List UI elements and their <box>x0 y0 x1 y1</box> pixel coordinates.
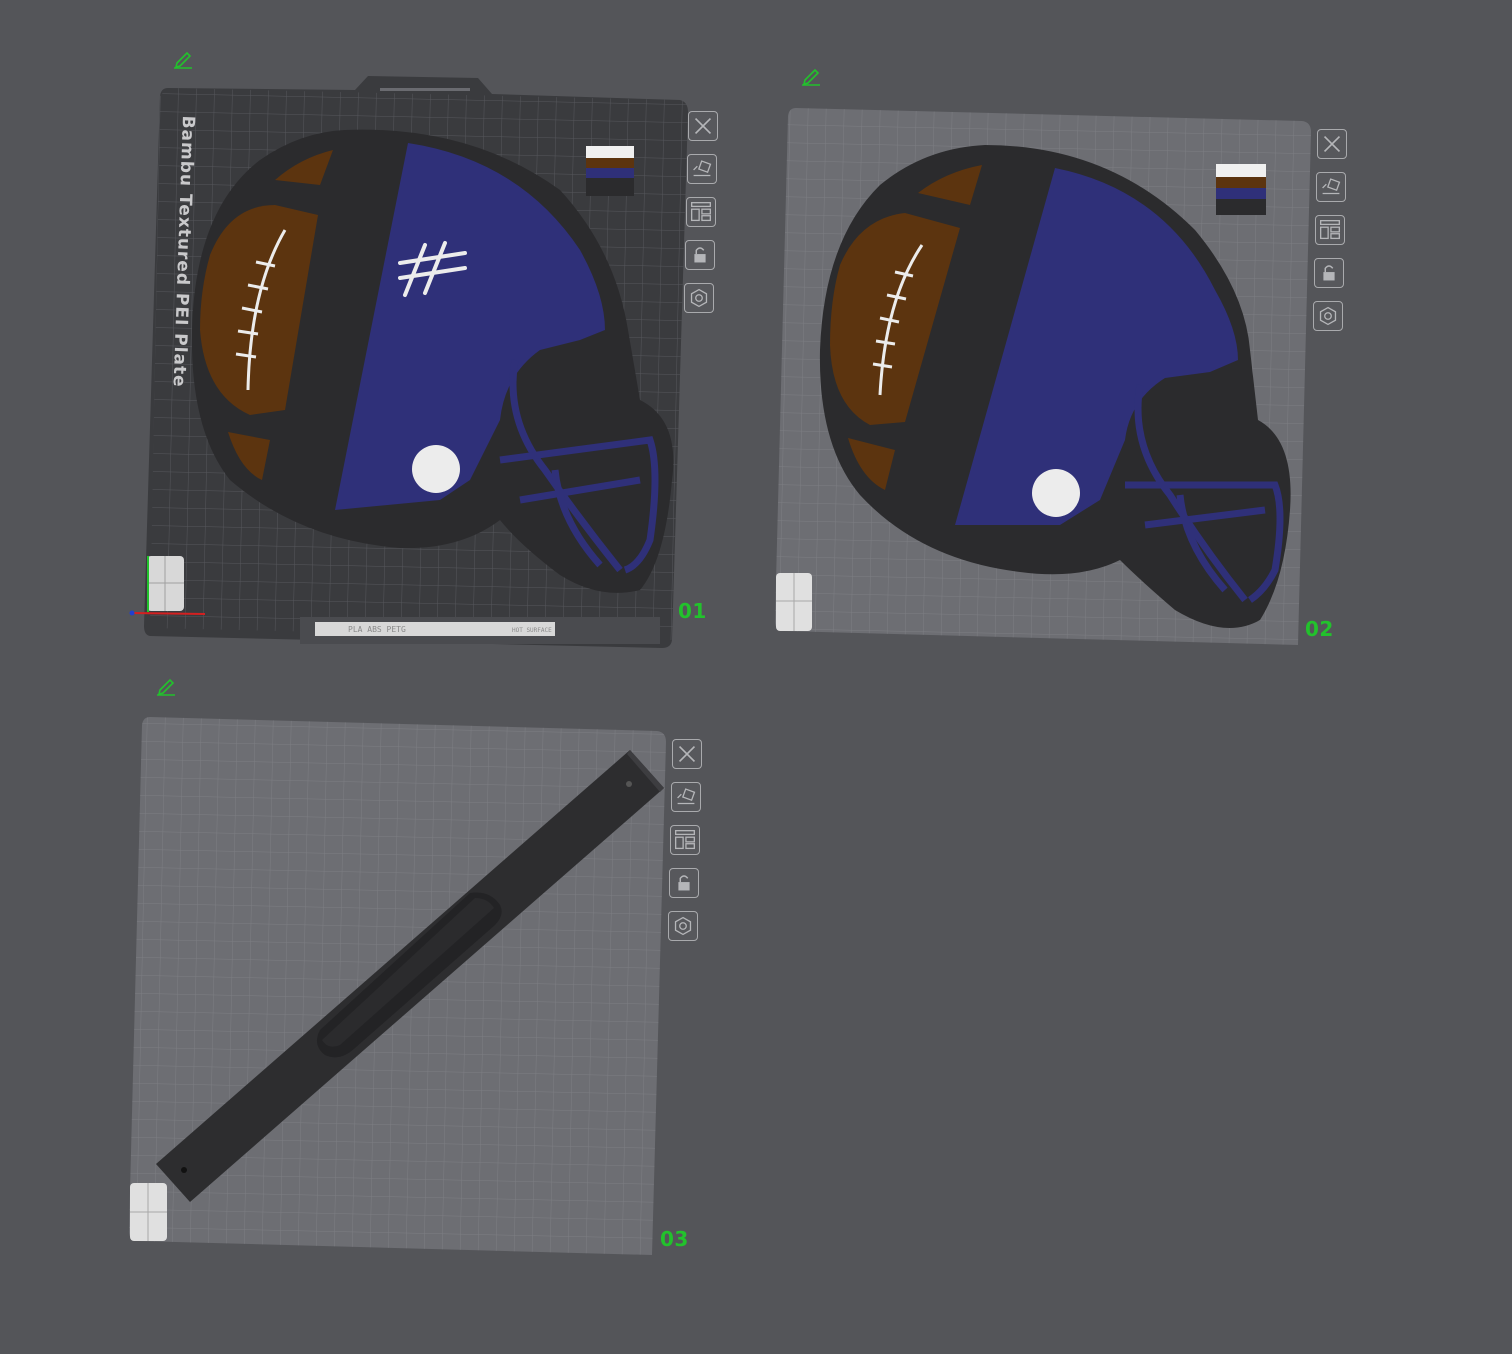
plate-03-bed[interactable] <box>0 0 760 1354</box>
lock-icon <box>678 875 690 891</box>
edit-plate-name-icon[interactable] <box>155 675 177 697</box>
arrange-icon <box>1320 220 1340 240</box>
origin-corner-03 <box>130 1183 167 1241</box>
origin-corner-02 <box>776 573 812 631</box>
auto-orient-icon <box>1322 178 1341 195</box>
close-icon <box>678 745 696 763</box>
plate-number-02: 02 <box>1305 617 1334 641</box>
plate-settings-button[interactable] <box>1313 301 1343 331</box>
plate-toolbar-02 <box>1313 129 1351 344</box>
plate-settings-button[interactable] <box>668 911 698 941</box>
plate-toolbar-03 <box>668 739 706 954</box>
auto-orient-button[interactable] <box>1316 172 1346 202</box>
lock-plate-button[interactable] <box>669 868 699 898</box>
remove-plate-button[interactable] <box>672 739 702 769</box>
arrange-button[interactable] <box>670 825 700 855</box>
plate-number-03: 03 <box>660 1227 689 1251</box>
lock-icon <box>1323 265 1335 281</box>
close-icon <box>1323 135 1341 153</box>
arrange-button[interactable] <box>1315 215 1345 245</box>
settings-icon <box>1319 306 1337 326</box>
plate-03[interactable]: 03 <box>0 0 760 1354</box>
settings-icon <box>674 916 692 936</box>
auto-orient-icon <box>677 788 696 805</box>
arrange-icon <box>675 830 695 850</box>
lock-plate-button[interactable] <box>1314 258 1344 288</box>
filament-swatch-02 <box>1216 164 1266 215</box>
edit-plate-name-icon[interactable] <box>800 65 822 87</box>
remove-plate-button[interactable] <box>1317 129 1347 159</box>
auto-orient-button[interactable] <box>671 782 701 812</box>
